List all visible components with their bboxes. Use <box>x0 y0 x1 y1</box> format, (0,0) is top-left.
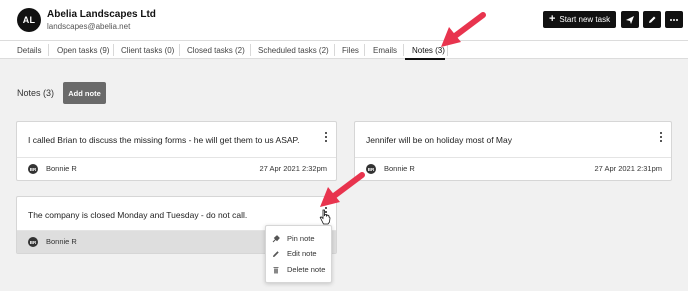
note-card: Jennifer will be on holiday most of May … <box>354 121 672 181</box>
delete-note-label: Delete note <box>287 265 326 274</box>
author-avatar: BR <box>28 164 38 174</box>
tab-emails[interactable]: Emails <box>373 41 397 59</box>
edit-button[interactable] <box>643 11 661 28</box>
note-author: Bonnie R <box>46 237 77 246</box>
tab-client-tasks[interactable]: Client tasks (0) <box>121 41 174 59</box>
tab-files[interactable]: Files <box>342 41 359 59</box>
tab-open-tasks[interactable]: Open tasks (9) <box>57 41 109 59</box>
kebab-dot <box>325 140 327 142</box>
kebab-dot <box>325 136 327 138</box>
pencil-icon <box>273 250 279 257</box>
send-button[interactable] <box>621 11 639 28</box>
note-footer: BR Bonnie R 27 Apr 2021 2:31pm <box>355 157 671 180</box>
add-note-button[interactable]: Add note <box>63 82 106 104</box>
tab-details[interactable]: Details <box>17 41 41 59</box>
kebab-dot <box>660 136 662 138</box>
tab-closed-tasks[interactable]: Closed tasks (2) <box>187 41 245 59</box>
note-text: I called Brian to discuss the missing fo… <box>28 135 300 145</box>
note-menu-button[interactable] <box>322 130 330 144</box>
active-tab-indicator <box>405 58 445 60</box>
send-icon <box>626 15 634 24</box>
kebab-dot <box>325 211 327 213</box>
tab-bar: Details Open tasks (9) Client tasks (0) … <box>0 40 688 60</box>
note-footer: BR Bonnie R 27 Apr 2021 2:32pm <box>17 157 336 180</box>
notes-section-title: Notes (3) <box>17 88 55 98</box>
edit-note-label: Edit note <box>287 249 317 258</box>
pin-note-label: Pin note <box>287 234 315 243</box>
note-date: 27 Apr 2021 2:32pm <box>259 164 327 173</box>
trash-icon <box>273 266 279 273</box>
delete-note-option[interactable]: Delete note <box>266 262 333 277</box>
pin-note-option[interactable]: Pin note <box>266 231 333 246</box>
kebab-dot <box>660 132 662 134</box>
note-text: Jennifer will be on holiday most of May <box>366 135 512 145</box>
tab-scheduled-tasks[interactable]: Scheduled tasks (2) <box>258 41 329 59</box>
company-email: landscapes@abelia.net <box>47 22 131 31</box>
more-options-button[interactable] <box>665 11 683 28</box>
edit-note-option[interactable]: Edit note <box>266 246 333 261</box>
note-author: Bonnie R <box>46 164 77 173</box>
note-text: The company is closed Monday and Tuesday… <box>28 210 248 220</box>
note-menu-button[interactable] <box>657 130 665 144</box>
author-avatar: BR <box>366 164 376 174</box>
start-new-task-label: Start new task <box>559 15 611 24</box>
more-horizontal-icon <box>670 18 678 21</box>
header: AL Abelia Landscapes Ltd landscapes@abel… <box>0 0 688 40</box>
kebab-dot <box>325 132 327 134</box>
note-card: I called Brian to discuss the missing fo… <box>16 121 337 181</box>
pin-icon <box>272 234 280 242</box>
start-new-task-button[interactable]: + Start new task <box>543 11 616 28</box>
kebab-dot <box>325 207 327 209</box>
tab-notes[interactable]: Notes (3) <box>412 41 445 59</box>
company-avatar: AL <box>17 8 41 32</box>
kebab-dot <box>660 140 662 142</box>
note-author: Bonnie R <box>384 164 415 173</box>
company-name: Abelia Landscapes Ltd <box>47 9 156 20</box>
author-avatar: BR <box>28 237 38 247</box>
pencil-icon <box>649 16 656 23</box>
kebab-dot <box>325 215 327 217</box>
note-date: 27 Apr 2021 2:31pm <box>594 164 662 173</box>
note-menu-button[interactable] <box>322 205 330 219</box>
plus-icon: + <box>548 13 556 25</box>
note-context-menu: Pin note Edit note Delete note <box>265 225 332 283</box>
